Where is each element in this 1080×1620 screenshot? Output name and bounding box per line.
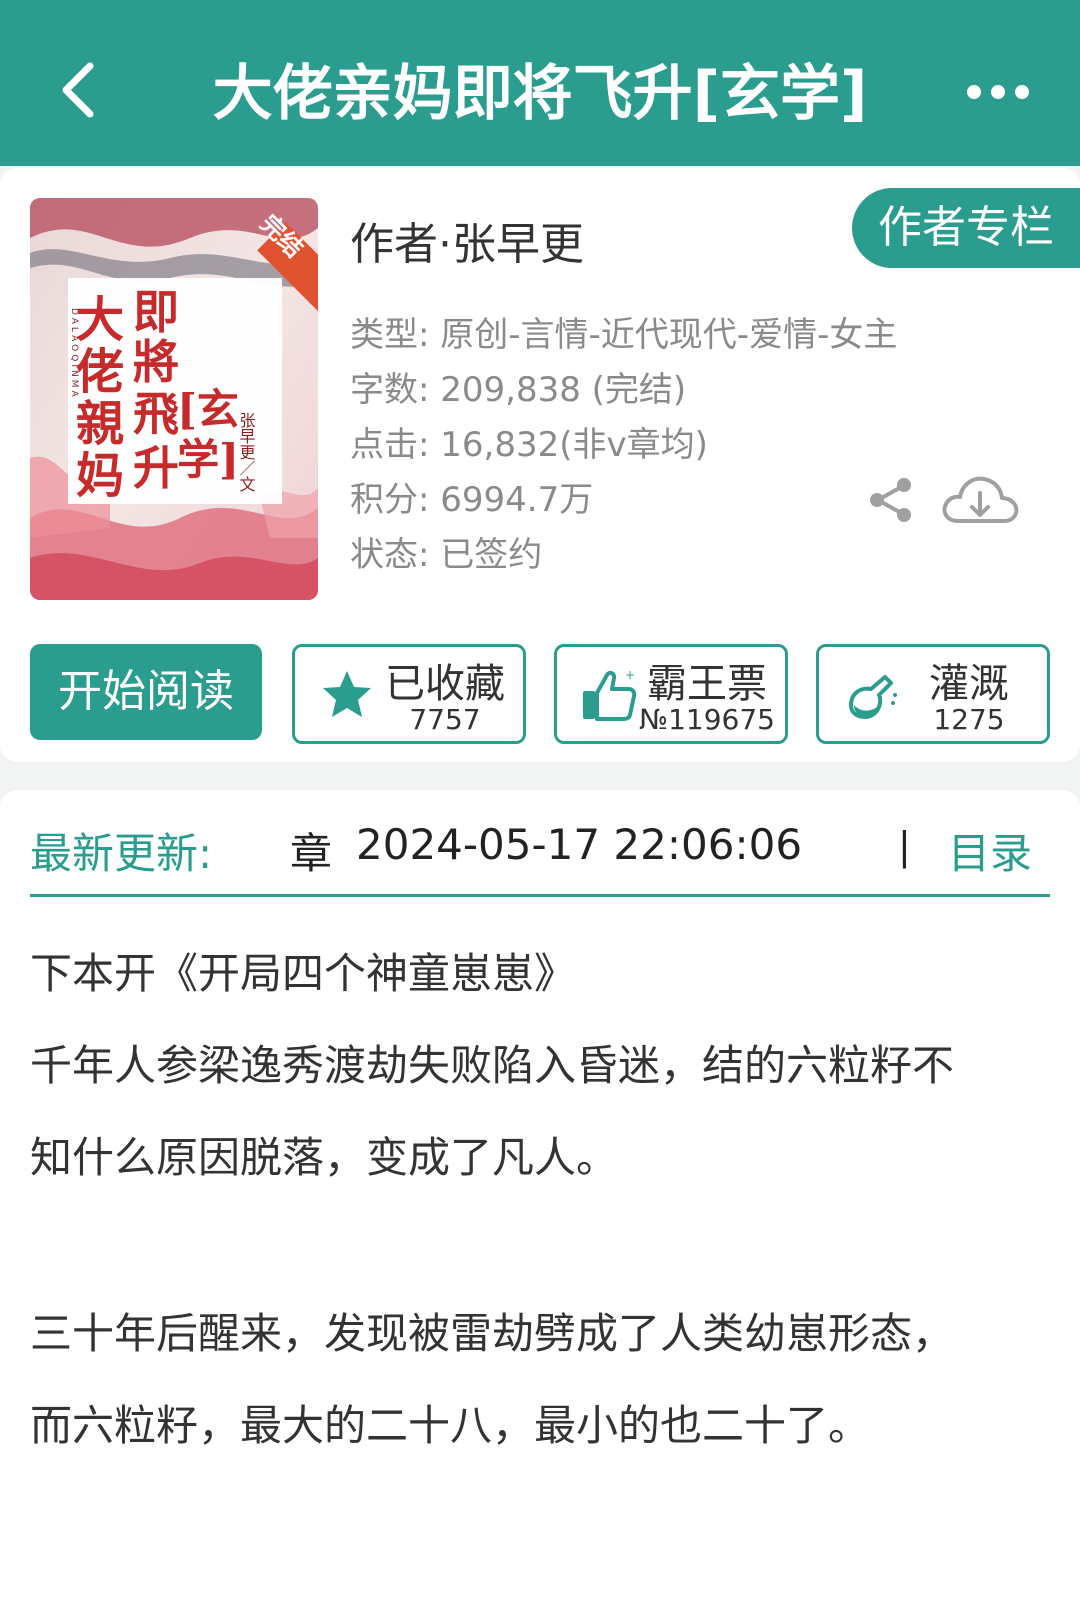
favorite-button[interactable]: 已收藏 7757	[292, 644, 526, 744]
table-of-contents-link[interactable]: 目录	[948, 820, 1032, 881]
water-count: 1275	[933, 703, 1005, 736]
cover-char: 升	[133, 441, 179, 495]
meta-status: 状态: 已签约	[350, 535, 543, 575]
back-button[interactable]	[48, 50, 118, 130]
vote-count: №119675	[638, 703, 775, 736]
more-dots-icon	[967, 85, 1029, 99]
cover-char: 飛	[133, 387, 179, 441]
latest-update-bar[interactable]: 最新更新: 章 2024-05-17 22:06:06 | 目录	[0, 790, 1080, 930]
latest-update-time: 2024-05-17 22:06:06	[356, 820, 803, 869]
cover-char: 親	[76, 396, 124, 452]
cloud-download-icon	[942, 476, 1019, 523]
chevron-left-icon	[62, 62, 94, 118]
favorite-label: 已收藏	[385, 661, 505, 707]
start-reading-button[interactable]: 开始阅读	[30, 644, 262, 740]
book-meta: 类型: 原创-言情-近代现代-爱情-女主 字数: 209,838 (完结) 点击…	[350, 308, 910, 583]
vote-button[interactable]: + 霸王票 №119675	[554, 644, 788, 744]
author-column-button[interactable]: 作者专栏	[852, 188, 1080, 268]
cover-char: 佬	[76, 344, 124, 400]
meta-clicks: 点击: 16,832(非v章均)	[350, 425, 708, 465]
synopsis-line: 知什么原因脱落，变成了凡人。	[30, 1133, 619, 1182]
author-name[interactable]: 作者·张早更	[350, 208, 584, 272]
cover-char: 学]	[177, 435, 239, 484]
synopsis-line: 千年人参梁逸秀渡劫失败陷入昏迷，结的六粒籽不	[30, 1041, 955, 1090]
synopsis-line: 三十年后醒来，发现被雷劫劈成了人类幼崽形态，	[30, 1309, 955, 1358]
vote-label: 霸王票	[647, 661, 767, 707]
book-info-card: 完结 大 佬 親 妈 即 將 飛 升 [玄 学] 张早更／文 DALAOQINM…	[0, 168, 1080, 762]
top-bar: 大佬亲妈即将飞升[玄学]	[0, 0, 1080, 166]
favorite-count: 7757	[409, 703, 481, 736]
book-cover[interactable]: 完结 大 佬 親 妈 即 將 飛 升 [玄 学] 张早更／文 DALAOQINM…	[30, 198, 318, 600]
cover-author: 张早更／文	[237, 412, 256, 492]
meta-type: 类型: 原创-言情-近代现代-爱情-女主	[350, 315, 898, 355]
synopsis-line: 下本开《开局四个神童崽崽》	[30, 949, 577, 998]
page-title: 大佬亲妈即将飞升[玄学]	[212, 59, 868, 129]
more-options-button[interactable]	[960, 70, 1036, 114]
svg-text:+: +	[625, 668, 635, 682]
meta-word-count: 字数: 209,838 (完结)	[350, 370, 687, 410]
water-button[interactable]: 灌溉 1275	[816, 644, 1050, 744]
download-button[interactable]	[938, 471, 1022, 531]
divider	[30, 894, 1050, 897]
cover-char: 將	[133, 335, 179, 389]
cover-char: [玄	[177, 385, 239, 434]
cover-art: 完结 大 佬 親 妈 即 將 飛 升 [玄 学] 张早更／文 DALAOQINM…	[30, 198, 318, 600]
latest-update-label: 最新更新:	[30, 829, 213, 878]
separator: |	[898, 824, 911, 868]
cover-pinyin: DALAOQINMA	[69, 308, 79, 400]
cover-char: 大	[76, 292, 124, 348]
latest-chapter[interactable]: 章	[290, 820, 332, 881]
share-button[interactable]	[866, 475, 916, 525]
water-label: 灌溉	[929, 661, 1009, 707]
share-icon	[870, 478, 911, 522]
synopsis-line: 而六粒籽，最大的二十八，最小的也二十了。	[30, 1401, 871, 1450]
cover-char: 即	[133, 285, 179, 339]
synopsis: 下本开《开局四个神童崽崽》 千年人参梁逸秀渡劫失败陷入昏迷，结的六粒籽不 知什么…	[0, 930, 1080, 1620]
meta-score: 积分: 6994.7万	[350, 480, 594, 520]
cover-char: 妈	[76, 448, 124, 504]
